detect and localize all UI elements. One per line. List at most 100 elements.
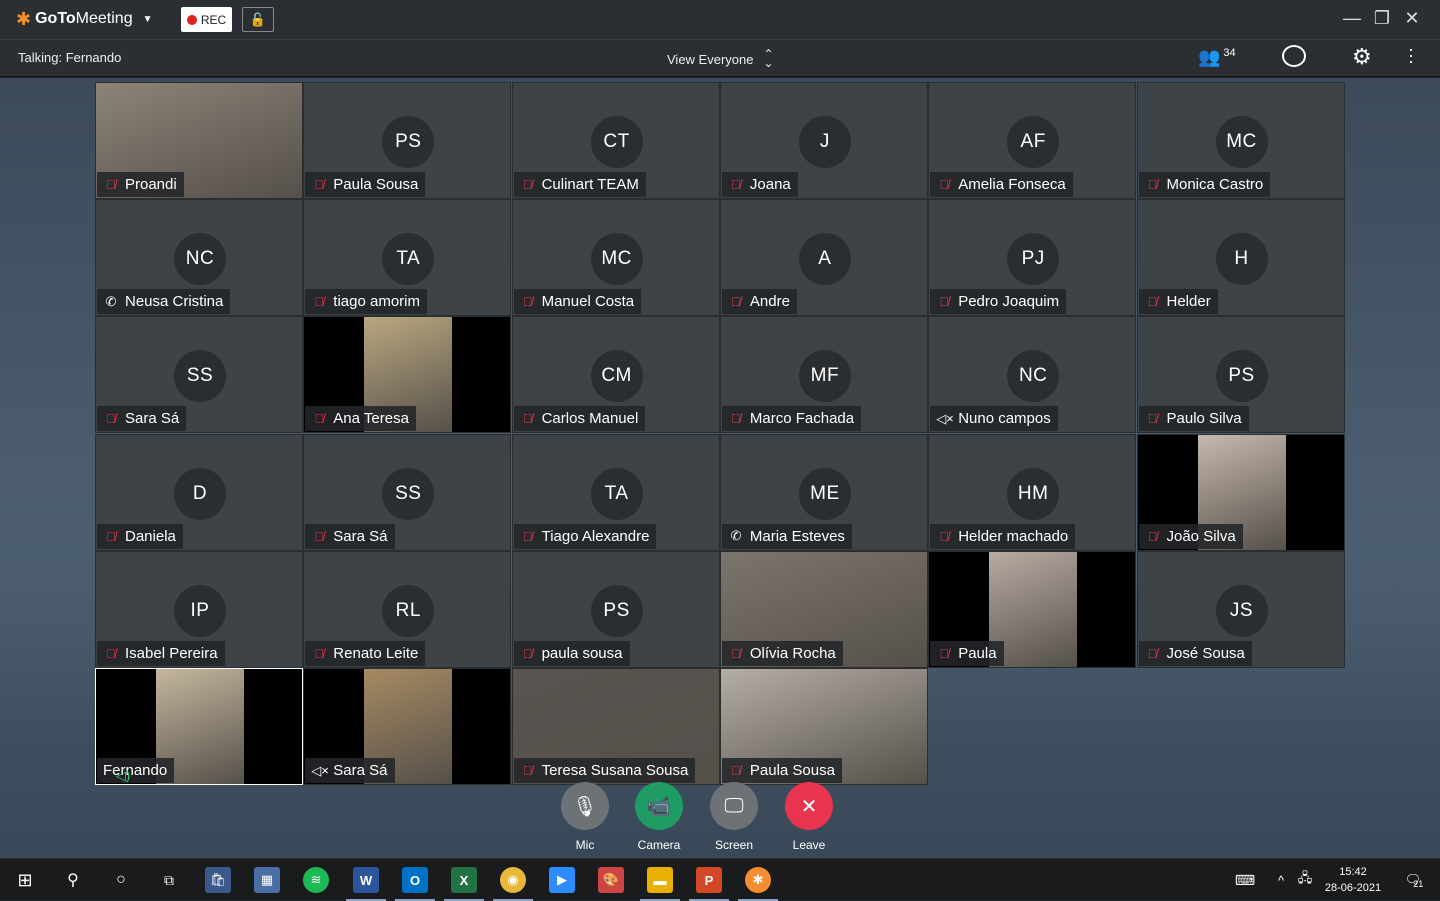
settings-gear-icon[interactable]: ⚙: [1352, 44, 1372, 70]
close-window-button[interactable]: ✕: [1399, 8, 1425, 29]
participant-tile[interactable]: A 🎙̸ Andre: [719, 199, 928, 317]
search-icon[interactable]: ⚲: [60, 867, 86, 893]
windows-start-icon[interactable]: ⊞: [12, 867, 38, 893]
participant-tile[interactable]: PS 🎙̸ Paula Sousa: [303, 82, 512, 199]
file-explorer-icon[interactable]: ▬: [647, 867, 673, 893]
screen-button[interactable]: 🖵 Screen: [704, 782, 764, 852]
calculator-icon[interactable]: ▦: [254, 867, 280, 893]
participant-tile[interactable]: SS 🎙̸ Sara Sá: [95, 316, 303, 434]
restore-button[interactable]: ❐: [1369, 8, 1395, 29]
participant-avatar: PS: [590, 584, 643, 637]
title-bar: ✱ GoTo Meeting ▼ REC 🔓 — ❐ ✕: [0, 0, 1440, 40]
participant-avatar: SS: [174, 350, 226, 403]
participant-label: 🎙̸ Paulo Silva: [1138, 406, 1249, 432]
participant-tile[interactable]: SS 🎙̸ Sara Sá: [303, 433, 512, 551]
lock-meeting-button[interactable]: 🔓: [242, 7, 274, 32]
participant-label: 🎙̸ Monica Castro: [1138, 172, 1271, 197]
participant-tile[interactable]: 🎙̸ João Silva: [1136, 433, 1345, 551]
participant-tile[interactable]: IP 🎙̸ Isabel Pereira: [95, 550, 303, 668]
participant-avatar: NC: [1007, 350, 1060, 403]
participant-tile[interactable]: 🎙̸ Proandi: [95, 82, 303, 199]
participant-label: 🎙̸ Helder machado: [930, 523, 1076, 549]
participant-tile[interactable]: JS 🎙̸ José Sousa: [1136, 550, 1345, 668]
participant-tile[interactable]: H 🎙̸ Helder: [1136, 199, 1345, 317]
camera-button[interactable]: 📹 Camera: [629, 782, 689, 852]
participant-label: 🎙̸ Olívia Rocha: [721, 640, 843, 666]
participant-label: ✆ Neusa Cristina: [97, 289, 231, 315]
zoom-icon[interactable]: ▶: [549, 867, 575, 893]
participant-tile[interactable]: RL 🎙̸ Renato Leite: [303, 550, 512, 668]
participant-tile[interactable]: ◁× Sara Sá: [303, 668, 512, 785]
participant-name: Paula: [958, 644, 997, 662]
mic-muted-icon: 🎙̸: [314, 411, 325, 427]
participant-tile[interactable]: MC 🎙̸ Monica Castro: [1136, 82, 1345, 199]
clock-time: 15:42: [1339, 866, 1367, 878]
participant-tile[interactable]: MC 🎙̸ Manuel Costa: [511, 199, 720, 317]
participant-avatar: D: [174, 467, 226, 520]
participant-tile[interactable]: MF 🎙̸ Marco Fachada: [719, 316, 928, 434]
notifications-icon[interactable]: 🗨 21: [1398, 867, 1430, 893]
participant-label: 🎙̸ Pedro Joaquim: [930, 289, 1067, 315]
participant-name: Amelia Fonseca: [958, 176, 1066, 193]
participant-tile[interactable]: CM 🎙̸ Carlos Manuel: [511, 316, 720, 434]
participant-tile[interactable]: PS 🎙̸ paula sousa: [511, 550, 720, 668]
word-icon[interactable]: W: [353, 867, 379, 893]
cortana-icon[interactable]: ○: [108, 867, 134, 893]
recording-button[interactable]: REC: [181, 7, 232, 32]
participant-tile[interactable]: CT 🎙̸ Culinart TEAM: [511, 82, 720, 199]
mic-muted-icon: 🎙̸: [939, 294, 950, 310]
more-options-icon[interactable]: · · ·: [1408, 40, 1414, 70]
store-icon[interactable]: 🛍: [205, 867, 231, 893]
participant-label: 🎙̸ paula sousa: [513, 640, 630, 666]
participant-tile[interactable]: TA 🎙̸ tiago amorim: [303, 199, 512, 317]
participant-tile[interactable]: 🎙̸ Olívia Rocha: [719, 550, 928, 668]
network-icon[interactable]: 🖧: [1292, 867, 1318, 893]
mic-muted-icon: 🎙̸: [314, 294, 325, 310]
participant-tile[interactable]: 🎙̸ Teresa Susana Sousa: [511, 668, 720, 785]
mic-muted-icon: 🎙̸: [314, 645, 325, 661]
powerpoint-icon[interactable]: P: [696, 867, 722, 893]
participant-avatar: A: [798, 233, 851, 286]
participant-tile[interactable]: 🎙̸ Paula Sousa: [719, 668, 928, 785]
chevron-down-icon: ▼: [142, 13, 153, 25]
keyboard-icon[interactable]: ⌨: [1232, 867, 1258, 893]
app-brand-menu[interactable]: ✱ GoTo Meeting ▼: [16, 10, 153, 28]
attendees-button[interactable]: 👥 34: [1198, 47, 1236, 68]
participant-tile[interactable]: AF 🎙̸ Amelia Fonseca: [928, 82, 1137, 199]
participant-tile[interactable]: 🎙̸ Paula: [928, 550, 1137, 668]
participant-tile[interactable]: PJ 🎙̸ Pedro Joaquim: [928, 199, 1137, 317]
participant-tile[interactable]: ME ✆ Maria Esteves: [719, 433, 928, 551]
participant-name: Helder: [1166, 293, 1211, 311]
task-view-icon[interactable]: ⧉: [156, 867, 182, 893]
system-clock[interactable]: 15:42 28-06-2021: [1318, 864, 1388, 896]
spotify-icon[interactable]: ≋: [303, 867, 329, 893]
chrome-icon[interactable]: ◉: [500, 867, 526, 893]
mic-button[interactable]: 🎙 Mic: [555, 782, 615, 852]
participant-label: 🎙̸ Carlos Manuel: [513, 406, 646, 432]
participant-tile[interactable]: J 🎙̸ Joana: [719, 82, 928, 199]
participant-avatar: MF: [798, 350, 851, 403]
participant-name: Renato Leite: [333, 644, 419, 662]
participant-tile[interactable]: PS 🎙̸ Paulo Silva: [1136, 316, 1345, 434]
chevron-up-icon[interactable]: ^: [1268, 867, 1294, 893]
participant-name: Olívia Rocha: [749, 644, 836, 662]
participant-tile[interactable]: D 🎙̸ Daniela: [95, 433, 303, 551]
minimize-button[interactable]: —: [1339, 8, 1365, 29]
view-selector[interactable]: View Everyone ⌃ ⌄: [667, 48, 774, 69]
paint-icon[interactable]: 🎨: [598, 867, 624, 893]
participant-tile[interactable]: NC ◁× Nuno campos: [928, 316, 1137, 434]
excel-icon[interactable]: X: [451, 867, 477, 893]
outlook-icon[interactable]: O: [402, 867, 428, 893]
participant-tile[interactable]: NC ✆ Neusa Cristina: [95, 199, 303, 317]
participant-tile[interactable]: TA 🎙̸ Tiago Alexandre: [511, 433, 720, 551]
participant-tile[interactable]: ◁) Fernando: [95, 668, 303, 785]
gotomeeting-taskbar-icon[interactable]: ✱: [745, 867, 771, 893]
participant-tile[interactable]: 🎙̸ Ana Teresa: [303, 316, 512, 434]
participant-tile[interactable]: HM 🎙̸ Helder machado: [928, 433, 1137, 551]
mic-muted-icon: 🎙̸: [1147, 528, 1158, 544]
chat-icon[interactable]: [1282, 45, 1306, 67]
participant-name: paula sousa: [541, 644, 623, 662]
leave-button[interactable]: ✕ Leave: [779, 782, 839, 852]
participant-count: 34: [1223, 47, 1236, 59]
participant-label: 🎙̸ Paula Sousa: [305, 172, 426, 197]
